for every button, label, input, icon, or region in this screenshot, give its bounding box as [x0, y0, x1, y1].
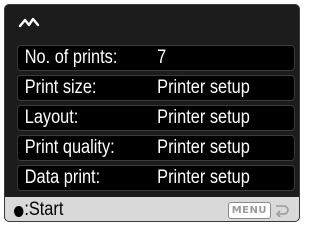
playback-mode-icon [18, 17, 40, 28]
menu-row-print-quality[interactable]: Print quality: Printer setup [17, 135, 295, 161]
menu-row-print-size[interactable]: Print size: Printer setup [17, 75, 295, 101]
menu-row-label: Data print: [24, 167, 101, 188]
start-hint[interactable]: :Start [14, 199, 64, 220]
menu-row-value: Printer setup [157, 107, 250, 128]
menu-row-value: Printer setup [157, 77, 250, 98]
print-settings-list: No. of prints: 7 Print size: Printer set… [17, 45, 295, 195]
menu-row-value: Printer setup [157, 137, 250, 158]
center-button-icon [14, 205, 24, 217]
start-label: :Start [24, 199, 64, 220]
menu-row-number-of-prints[interactable]: No. of prints: 7 [17, 45, 295, 71]
menu-row-value: 7 [157, 47, 167, 68]
menu-row-label: Layout: [24, 107, 79, 128]
menu-header [5, 5, 299, 43]
menu-row-label: Print quality: [24, 137, 115, 158]
menu-row-layout[interactable]: Layout: Printer setup [17, 105, 295, 131]
footer-bar: :Start MENU [5, 197, 299, 221]
return-arrow-icon[interactable] [274, 203, 290, 217]
menu-row-label: Print size: [24, 77, 97, 98]
menu-row-data-print[interactable]: Data print: Printer setup [17, 165, 295, 191]
print-menu-screen: No. of prints: 7 Print size: Printer set… [4, 4, 300, 222]
menu-button[interactable]: MENU [227, 202, 271, 219]
menu-row-label: No. of prints: [24, 47, 118, 68]
menu-row-value: Printer setup [157, 167, 250, 188]
